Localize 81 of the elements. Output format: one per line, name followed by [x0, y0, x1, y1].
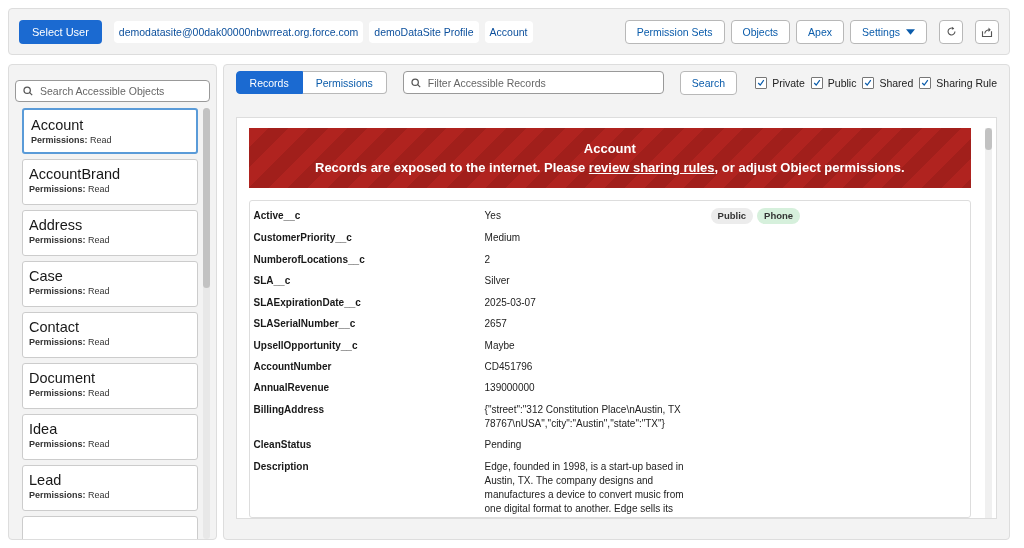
field-value: 2025-03-07 [484, 295, 537, 310]
field-value: Pending [484, 438, 523, 453]
object-name: Case [29, 268, 64, 285]
search-button[interactable]: Search [679, 70, 738, 95]
refresh-icon [945, 26, 957, 37]
object-card[interactable]: Account Permissions: Read [22, 108, 198, 154]
context-label: demoDataSite Profile [369, 20, 479, 43]
permissions-text: Permissions: Read [29, 337, 111, 347]
select-user-button[interactable]: Select User [19, 19, 102, 44]
object-name: Idea [29, 421, 59, 438]
field-name: SLA__c [253, 274, 292, 289]
checkbox-label: Sharing Rule [936, 76, 997, 89]
settings-button[interactable]: Settings [850, 19, 927, 44]
field-name: CustomerPriority__c [253, 231, 353, 246]
field-name: SLAExpirationDate__c [253, 295, 362, 310]
field-value: 139000000 [484, 381, 536, 396]
caret-icon [906, 28, 915, 35]
field-value: Silver [484, 274, 511, 289]
object-card[interactable]: Document Permissions: Read [22, 363, 198, 409]
permissions-text: Permissions: Read [29, 235, 111, 245]
export-button[interactable] [975, 19, 999, 44]
search-field[interactable]: Search Accessible Objects [15, 80, 210, 102]
field-name: Active__c [253, 208, 302, 223]
tab[interactable]: Permissions [302, 71, 387, 94]
checkbox-label: Private [772, 76, 805, 89]
object-card[interactable]: Contact Permissions: Read [22, 312, 198, 358]
checkbox[interactable] [862, 76, 875, 89]
nav-button[interactable]: Permission Sets [624, 19, 725, 44]
context-label: Account [484, 20, 533, 43]
refresh-button[interactable] [939, 19, 963, 44]
field-value: Edge, founded in 1998, is a start-up based in Austin, TX. The company designs and manufactures a device to convert music from one digital format to another. Edge sells its [484, 459, 685, 516]
banner-title: Account [582, 141, 637, 156]
object-name: Address [29, 217, 84, 234]
field-name: Description [253, 459, 310, 474]
object-card[interactable]: Address Permissions: Read [22, 210, 198, 256]
scrollbar-thumb[interactable] [202, 108, 210, 288]
field-name: NumberofLocations__c [253, 252, 366, 267]
field-name: BillingAddress [253, 402, 326, 417]
checkbox-label: Shared [879, 76, 914, 89]
field-value: Yes [484, 208, 502, 223]
checkbox[interactable] [810, 76, 823, 89]
field-value: CD451796 [484, 360, 534, 374]
field-value: Medium [484, 231, 522, 246]
object-name: Document [29, 370, 97, 387]
object-name: Lead [29, 472, 63, 489]
checkbox[interactable] [755, 76, 768, 89]
nav-button[interactable]: Objects [730, 19, 791, 44]
field-name: UpsellOpportunity__c [253, 338, 359, 353]
context-label: demodatasite@00dak00000nbwrreat.org.force.com [113, 20, 364, 43]
permissions-text: Permissions: Read [29, 490, 111, 500]
field-name: AnnualRevenue [253, 381, 331, 396]
filter-field[interactable]: Filter Accessible Records [402, 71, 664, 94]
field-name: SLASerialNumber__c [253, 317, 357, 331]
banner-message: Records are exposed to the internet. Please review sharing rules, or adjust Object permissions. [314, 160, 906, 175]
sharing-rules-link[interactable]: review sharing rules [588, 160, 715, 175]
field-value: Maybe [484, 338, 516, 353]
tag: Public [710, 207, 754, 224]
permissions-text: Permissions: Read [29, 184, 111, 194]
object-name: AccountBrand [29, 166, 122, 183]
field-value: 2657 [484, 317, 508, 331]
share-icon [981, 25, 993, 38]
permissions-text: Permissions: Read [29, 286, 111, 296]
permissions-text: Permissions: Read [29, 388, 111, 398]
tab[interactable]: Records [235, 71, 303, 94]
permissions-text: Permissions: Read [31, 135, 113, 145]
permissions-text: Permissions: Read [29, 439, 111, 449]
nav-button[interactable]: Apex [796, 19, 845, 44]
field-value: 2 [484, 252, 492, 267]
field-name: AccountNumber [253, 360, 333, 374]
field-value: {"street":"312 Constitution Place\nAustin, TX 78767\nUSA","city":"Austin","state":"TX"} [484, 402, 682, 431]
object-name: Contact [29, 319, 80, 336]
object-card[interactable]: AccountBrand Permissions: Read [22, 159, 198, 205]
tag: Phone [757, 207, 801, 224]
checkbox[interactable] [919, 76, 932, 89]
object-card[interactable]: Case Permissions: Read [22, 261, 198, 307]
scrollbar-thumb[interactable] [985, 128, 992, 150]
field-name: CleanStatus [253, 438, 313, 453]
object-name: Account [31, 117, 85, 134]
checkbox-label: Public [827, 76, 857, 89]
object-card[interactable]: Lead Permissions: Read [22, 465, 198, 511]
object-card[interactable]: Idea Permissions: Read [22, 414, 198, 460]
